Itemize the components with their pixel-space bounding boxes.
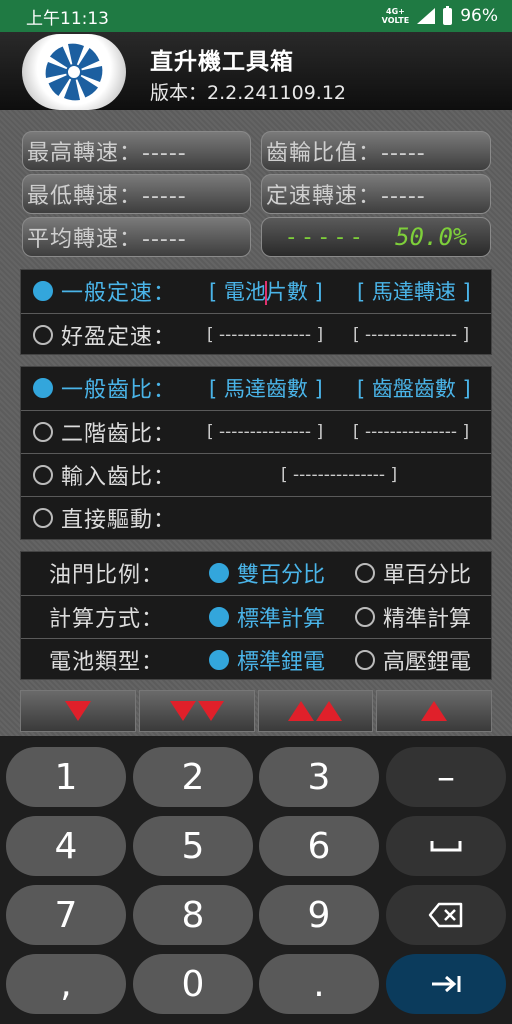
tab-next-icon (432, 975, 461, 993)
settings-group: 油門比例： 雙百分比 單百分比 計算方式： 標準計算 精準計算 電池類型： 標準… (20, 551, 492, 680)
governor-normal-row[interactable]: 一般定速： [ 電池片數 ] [ 馬達轉速 ] (21, 270, 491, 312)
network-indicator: 4G+ VOLTE (381, 7, 410, 25)
key-5[interactable]: 5 (133, 816, 253, 876)
max-rpm-display: 最高轉速：----- (22, 131, 251, 171)
two-stage-field-1[interactable]: [ --------------- ] (207, 422, 323, 442)
increase-fast-button[interactable] (257, 690, 374, 732)
input-ratio-field[interactable]: [ --------------- ] (281, 465, 397, 485)
key-8[interactable]: 8 (133, 885, 253, 945)
radio-selected-icon[interactable] (209, 649, 229, 670)
key-2[interactable]: 2 (133, 747, 253, 807)
key-minus[interactable]: – (386, 747, 506, 807)
arrow-down-icon (64, 701, 91, 721)
arrow-down-icon (169, 701, 196, 721)
key-period[interactable]: . (259, 954, 379, 1014)
battery-type-row: 電池類型： 標準鋰電 高壓鋰電 (21, 638, 491, 680)
space-icon (430, 841, 462, 852)
radio-unselected-icon[interactable] (355, 563, 375, 583)
hobbywing-field-1[interactable]: [ --------------- ] (207, 325, 323, 345)
radio-unselected-icon[interactable] (355, 649, 375, 670)
gear-direct-row[interactable]: 直接驅動： (21, 496, 491, 538)
battery-percent: 96% (460, 6, 498, 26)
arrow-up-icon (421, 701, 448, 721)
radio-unselected-icon[interactable] (33, 507, 53, 528)
gear-normal-label: 一般齒比： (61, 378, 177, 403)
gear-normal-row[interactable]: 一般齒比： [ 馬達齒數 ] [ 齒盤齒數 ] (21, 367, 491, 409)
app-version: 版本：2.2.241109.12 (150, 82, 347, 104)
motor-teeth-field[interactable]: [ 馬達齒數 ] (209, 373, 323, 403)
status-bar: 上午11:13 4G+ VOLTE 96% (0, 0, 512, 32)
governor-hobbywing-label: 好盈定速： (61, 324, 177, 350)
radio-selected-icon[interactable] (209, 563, 229, 583)
key-space[interactable] (386, 816, 506, 876)
gear-two-stage-row[interactable]: 二階齒比： [ --------------- ] [ ------------… (21, 410, 491, 452)
gear-direct-label: 直接驅動： (61, 507, 177, 533)
governor-normal-label: 一般定速： (61, 281, 177, 306)
key-comma[interactable]: , (6, 954, 126, 1014)
key-backspace[interactable] (386, 885, 506, 945)
adjust-button-bar (20, 690, 492, 732)
increase-button[interactable] (376, 690, 492, 732)
backspace-icon (428, 902, 463, 928)
app-title: 直升機工具箱 (150, 49, 294, 75)
throttle-dual-option[interactable]: 雙百分比 (209, 557, 325, 589)
battery-icon (443, 5, 453, 25)
app-header: 直升機工具箱 版本：2.2.241109.12 (0, 32, 512, 110)
main-panel: 最高轉速：----- 齒輪比值：----- 最低轉速：----- 定速轉速：--… (0, 110, 512, 736)
calc-standard-option[interactable]: 標準計算 (209, 601, 325, 633)
arrow-up-icon (288, 701, 315, 721)
calc-precise-option[interactable]: 精準計算 (355, 601, 471, 633)
key-next[interactable] (386, 954, 506, 1014)
key-3[interactable]: 3 (259, 747, 379, 807)
lcd-display: ----- 50.0% (261, 217, 491, 257)
decrease-fast-button[interactable] (138, 690, 255, 732)
radio-unselected-icon[interactable] (33, 421, 53, 442)
key-6[interactable]: 6 (259, 816, 379, 876)
governor-rpm-display: 定速轉速：----- (261, 174, 491, 214)
governor-hobbywing-row[interactable]: 好盈定速： [ --------------- ] [ ------------… (21, 313, 491, 355)
arrow-down-icon (197, 701, 224, 721)
throttle-single-option[interactable]: 單百分比 (355, 557, 471, 589)
calc-method-row: 計算方式： 標準計算 精準計算 (21, 595, 491, 637)
key-0[interactable]: 0 (133, 954, 253, 1014)
battery-lipo-option[interactable]: 標準鋰電 (209, 644, 325, 676)
lcd-value: ----- (284, 224, 366, 250)
calc-method-label: 計算方式： (49, 606, 165, 632)
radio-selected-icon[interactable] (209, 606, 229, 627)
min-rpm-display: 最低轉速：----- (22, 174, 251, 214)
arrow-up-icon (316, 701, 343, 721)
fan-icon (45, 43, 103, 101)
battery-lihv-option[interactable]: 高壓鋰電 (355, 644, 471, 676)
gear-input-label: 輸入齒比： (61, 464, 177, 490)
key-1[interactable]: 1 (6, 747, 126, 807)
radio-unselected-icon[interactable] (355, 606, 375, 627)
avg-rpm-display: 平均轉速：----- (22, 217, 251, 257)
gear-input-row[interactable]: 輸入齒比： [ --------------- ] (21, 453, 491, 495)
throttle-ratio-label: 油門比例： (49, 563, 165, 588)
numeric-keypad: 1 2 3 – 4 5 6 7 8 9 , 0 . (0, 736, 512, 1024)
two-stage-field-2[interactable]: [ --------------- ] (353, 422, 469, 442)
decrease-button[interactable] (20, 690, 136, 732)
status-time: 上午11:13 (26, 8, 109, 29)
lcd-percent: 50.0% (395, 223, 468, 251)
gear-two-stage-label: 二階齒比： (61, 421, 177, 447)
app-logo (22, 34, 126, 110)
governor-mode-group: 一般定速： [ 電池片數 ] [ 馬達轉速 ] 好盈定速： [ --------… (20, 269, 492, 355)
key-4[interactable]: 4 (6, 816, 126, 876)
battery-type-label: 電池類型： (49, 649, 165, 675)
signal-icon (417, 8, 436, 24)
main-gear-teeth-field[interactable]: [ 齒盤齒數 ] (357, 373, 471, 403)
radio-unselected-icon[interactable] (33, 324, 53, 345)
gear-ratio-display: 齒輪比值：----- (261, 131, 491, 171)
key-9[interactable]: 9 (259, 885, 379, 945)
hobbywing-field-2[interactable]: [ --------------- ] (353, 325, 469, 345)
radio-selected-icon[interactable] (33, 281, 53, 301)
battery-cells-field[interactable]: [ 電池片數 ] (209, 276, 323, 306)
gear-mode-group: 一般齒比： [ 馬達齒數 ] [ 齒盤齒數 ] 二階齒比： [ --------… (20, 366, 492, 540)
key-7[interactable]: 7 (6, 885, 126, 945)
throttle-ratio-row: 油門比例： 雙百分比 單百分比 (21, 552, 491, 594)
radio-selected-icon[interactable] (33, 378, 53, 398)
radio-unselected-icon[interactable] (33, 464, 53, 485)
motor-rpm-field[interactable]: [ 馬達轉速 ] (357, 276, 471, 306)
